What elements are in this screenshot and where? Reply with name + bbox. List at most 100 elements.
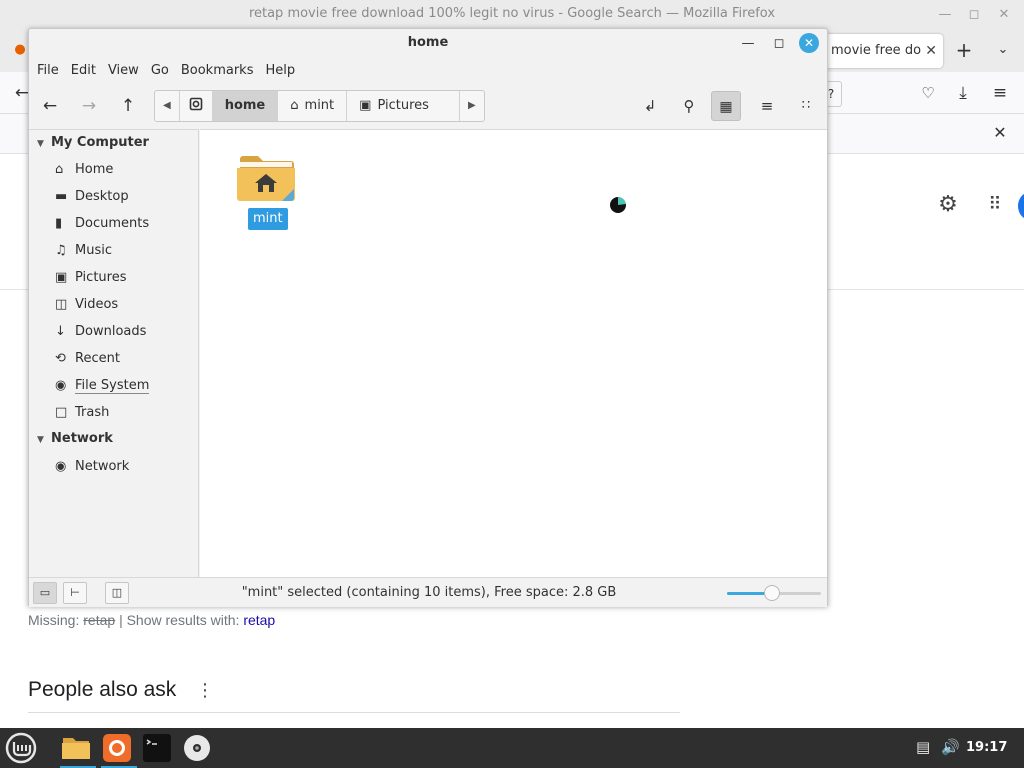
apps-grid-icon[interactable]: ⠿ — [983, 193, 1007, 217]
zoom-slider-handle[interactable] — [764, 585, 781, 601]
sidebar-item-label: Network — [75, 459, 130, 474]
breadcrumb: ◀ home ⌂ mint ▣ Pictures ▶ — [154, 90, 485, 122]
home-icon: ⌂ — [290, 98, 299, 113]
more-options-icon[interactable]: ⋮ — [196, 680, 214, 701]
sidebar-item-label: Trash — [75, 405, 110, 420]
search-icon[interactable]: ⚲ — [674, 91, 704, 121]
sidebar-item-label: Videos — [75, 297, 119, 312]
new-tab-icon[interactable]: + — [952, 38, 976, 62]
taskbar-disc[interactable] — [179, 730, 215, 766]
menu-help[interactable]: Help — [260, 59, 300, 83]
expand-triangle-icon: ▼ — [37, 139, 44, 149]
sidebar-item-documents[interactable]: ▮ Documents — [29, 210, 199, 237]
hide-sidebar-button[interactable]: ◫ — [105, 582, 129, 604]
breadcrumb-pictures-label: Pictures — [377, 98, 429, 113]
back-button[interactable]: ← — [35, 91, 65, 121]
maximize-icon[interactable]: ◻ — [963, 4, 985, 26]
taskbar: ▤ 🔊 19:17 — [0, 728, 1024, 768]
menu-go[interactable]: Go — [146, 59, 174, 83]
recent-icon: ⟲ — [55, 351, 66, 366]
maximize-button[interactable]: ◻ — [768, 33, 790, 55]
menu-bookmarks[interactable]: Bookmarks — [176, 59, 259, 83]
breadcrumb-left-arrow[interactable]: ◀ — [155, 91, 180, 121]
compact-view-button[interactable]: ∷ — [791, 91, 821, 121]
sidebar-item-desktop[interactable]: ▬ Desktop — [29, 183, 199, 210]
show-tree-button[interactable]: ⊢ — [63, 582, 87, 604]
sidebar-item-label: File System — [75, 378, 150, 394]
chevron-down-icon[interactable]: ⌄ — [991, 38, 1015, 62]
breadcrumb-mint-label: mint — [304, 98, 335, 113]
account-avatar[interactable] — [1018, 192, 1024, 220]
menu-view[interactable]: View — [103, 59, 144, 83]
menu-button[interactable] — [3, 730, 39, 766]
tab-close-icon[interactable]: ✕ — [925, 34, 937, 68]
drive-icon[interactable] — [180, 91, 213, 121]
desktop-icon: ▬ — [55, 189, 68, 204]
minimize-button[interactable]: — — [737, 33, 759, 55]
close-notification-icon[interactable]: ✕ — [988, 121, 1012, 145]
zoom-slider[interactable] — [727, 585, 821, 601]
terminal-icon — [143, 734, 171, 762]
network-icon[interactable]: ▤ — [916, 738, 930, 756]
sidebar: ▼ My Computer ⌂ Home ▬ Desktop ▮ Documents ♫… — [29, 129, 199, 577]
sidebar-item-music[interactable]: ♫ Music — [29, 237, 199, 264]
pocket-icon[interactable]: ♡ — [916, 81, 940, 105]
icon-view-button[interactable]: ▦ — [711, 91, 741, 121]
sidebar-section-my-computer[interactable]: ▼ My Computer — [29, 130, 199, 156]
download-icon: ↓ — [55, 324, 66, 339]
breadcrumb-pictures[interactable]: ▣ Pictures — [347, 91, 460, 121]
clock[interactable]: 19:17 — [966, 728, 1007, 768]
close-icon[interactable]: ✕ — [993, 4, 1015, 26]
sidebar-item-label: Home — [75, 162, 114, 177]
camera-icon: ▣ — [55, 270, 68, 285]
missing-terms: Missing: retap | Show results with: reta… — [28, 612, 275, 628]
status-text: "mint" selected (containing 10 items), F… — [241, 585, 617, 600]
breadcrumb-mint[interactable]: ⌂ mint — [278, 91, 348, 121]
file-view[interactable]: mint — [200, 129, 827, 577]
forward-button[interactable]: → — [74, 91, 104, 121]
download-icon[interactable]: ⤓ — [951, 81, 975, 105]
sidebar-item-file-system[interactable]: ◉ File System — [29, 372, 199, 399]
list-view-button[interactable]: ≡ — [752, 91, 782, 121]
volume-icon[interactable]: 🔊 — [941, 738, 960, 756]
sidebar-item-label: Documents — [75, 216, 150, 231]
camera-icon: ▣ — [359, 98, 372, 113]
sidebar-item-label: Recent — [75, 351, 120, 366]
sidebar-item-videos[interactable]: ◫ Videos — [29, 291, 199, 318]
sidebar-item-recent[interactable]: ⟲ Recent — [29, 345, 199, 372]
sidebar-item-label: Pictures — [75, 270, 127, 285]
sidebar-item-home[interactable]: ⌂ Home — [29, 156, 199, 183]
minimize-icon[interactable]: — — [934, 4, 956, 26]
folder-icon — [62, 738, 90, 759]
show-results-link[interactable]: retap — [243, 612, 275, 628]
folder-label: mint — [248, 208, 288, 230]
taskbar-terminal[interactable] — [139, 730, 175, 766]
breadcrumb-right-arrow[interactable]: ▶ — [460, 91, 484, 121]
menu-bar: File Edit View Go Bookmarks Help — [29, 59, 827, 83]
show-places-button[interactable]: ▭ — [33, 582, 57, 604]
close-button[interactable]: ✕ — [799, 33, 819, 53]
disc-icon — [184, 735, 210, 761]
tab-title: movie free do — [831, 43, 922, 58]
sidebar-item-trash[interactable]: □ Trash — [29, 399, 199, 426]
show-results-label: | Show results with: — [119, 612, 240, 628]
firefox-tab[interactable]: movie free do ✕ — [825, 34, 943, 68]
up-button[interactable]: ↑ — [113, 91, 143, 121]
menu-file[interactable]: File — [32, 59, 64, 83]
busy-cursor-icon — [609, 196, 627, 214]
sidebar-item-network[interactable]: ◉ Network — [29, 453, 199, 480]
taskbar-firefox[interactable] — [99, 730, 137, 768]
home-icon: ⌂ — [55, 162, 64, 177]
breadcrumb-home-label: home — [224, 98, 266, 113]
taskbar-files[interactable] — [58, 730, 96, 768]
sidebar-item-downloads[interactable]: ↓ Downloads — [29, 318, 199, 345]
sidebar-item-pictures[interactable]: ▣ Pictures — [29, 264, 199, 291]
sidebar-section-network[interactable]: ▼ Network — [29, 426, 199, 452]
gear-icon[interactable]: ⚙ — [936, 193, 960, 217]
section-label: My Computer — [51, 135, 149, 150]
menu-edit[interactable]: Edit — [66, 59, 101, 83]
hamburger-menu-icon[interactable]: ≡ — [988, 81, 1012, 105]
toggle-location-icon[interactable]: ↲ — [635, 91, 665, 121]
folder-item-mint[interactable]: mint — [234, 148, 298, 234]
breadcrumb-home[interactable]: home — [212, 91, 279, 121]
